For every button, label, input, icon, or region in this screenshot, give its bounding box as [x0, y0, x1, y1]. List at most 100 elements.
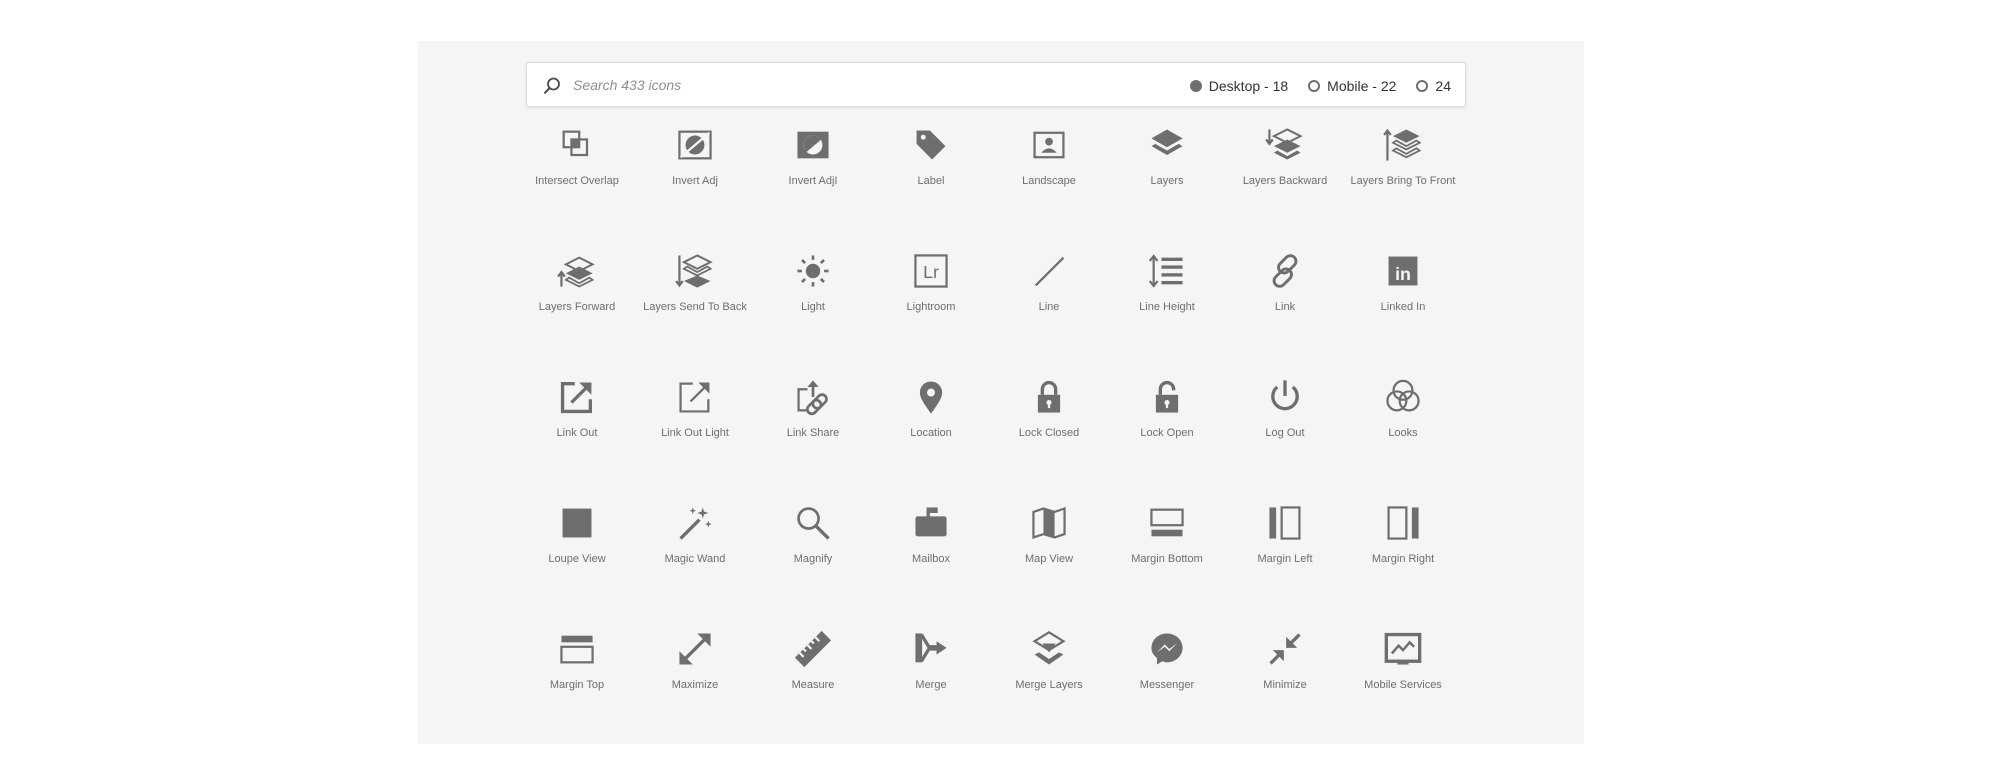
intersect-overlap-icon	[557, 125, 597, 165]
icon-tile-mobile-services[interactable]: Mobile Services	[1344, 629, 1462, 755]
mobile-services-icon	[1383, 629, 1423, 669]
icon-label: Line	[1038, 301, 1060, 313]
invert-adj-icon	[675, 125, 715, 165]
search-input[interactable]	[573, 71, 1133, 99]
icon-tile-link-share[interactable]: Link Share	[754, 377, 872, 503]
icon-tile-magnify[interactable]: Magnify	[754, 503, 872, 629]
icon-tile-location[interactable]: Location	[872, 377, 990, 503]
icon-label: Layers Forward	[538, 301, 616, 313]
radio-unchecked-icon[interactable]	[1308, 79, 1321, 92]
radio-unchecked-icon[interactable]	[1416, 79, 1429, 92]
lightroom-icon: Lr	[911, 251, 951, 291]
icon-tile-label[interactable]: Label	[872, 125, 990, 251]
linked-in-icon: in	[1383, 251, 1423, 291]
icon-tile-measure[interactable]: Measure	[754, 629, 872, 755]
icon-tile-layers-backward[interactable]: Layers Backward	[1226, 125, 1344, 251]
icon-tile-margin-left[interactable]: Margin Left	[1226, 503, 1344, 629]
magnifier-icon	[544, 77, 560, 94]
margin-top-icon	[557, 629, 597, 669]
maximize-icon	[675, 629, 715, 669]
icon-label: Location	[910, 427, 952, 439]
icon-tile-margin-bottom[interactable]: Margin Bottom	[1108, 503, 1226, 629]
icon-tile-link[interactable]: Link	[1226, 251, 1344, 377]
icon-size-selector: Desktop - 18 Mobile - 22 24	[1189, 63, 1451, 108]
layers-send-to-back-icon	[675, 251, 715, 291]
icon-tile-light[interactable]: Light	[754, 251, 872, 377]
merge-layers-icon	[1029, 629, 1069, 669]
size-option-1[interactable]: Mobile - 22	[1308, 78, 1396, 94]
icon-label: Merge	[915, 679, 947, 691]
icon-tile-magic-wand[interactable]: Magic Wand	[636, 503, 754, 629]
icon-label: Line Height	[1139, 301, 1195, 313]
icon-tile-layers-bring-to-front[interactable]: Layers Bring To Front	[1344, 125, 1462, 251]
icon-label: Lightroom	[906, 301, 956, 313]
icon-label: Map View	[1024, 553, 1074, 565]
merge-icon	[911, 629, 951, 669]
icon-tile-merge[interactable]: Merge	[872, 629, 990, 755]
margin-bottom-icon	[1147, 503, 1187, 543]
svg-text:in: in	[1395, 264, 1411, 284]
icon-tile-layers-forward[interactable]: Layers Forward	[518, 251, 636, 377]
line-icon	[1029, 251, 1069, 291]
icon-label: Margin Right	[1371, 553, 1435, 565]
messenger-icon	[1147, 629, 1187, 669]
icon-tile-invert-adj[interactable]: Invert Adj	[636, 125, 754, 251]
icon-label: Linked In	[1380, 301, 1426, 313]
icon-label: Link Out	[556, 427, 598, 439]
icon-tile-loupe-view[interactable]: Loupe View	[518, 503, 636, 629]
radio-checked-icon[interactable]	[1189, 79, 1202, 92]
search-bar: Desktop - 18 Mobile - 22 24	[526, 62, 1466, 107]
icon-tile-margin-right[interactable]: Margin Right	[1344, 503, 1462, 629]
icon-tile-line-height[interactable]: Line Height	[1108, 251, 1226, 377]
icon-tile-link-out-light[interactable]: Link Out Light	[636, 377, 754, 503]
icon-label: Label	[917, 175, 945, 187]
icon-label: Loupe View	[548, 553, 606, 565]
icon-label: Link Share	[786, 427, 840, 439]
link-icon	[1265, 251, 1305, 291]
icon-label: Margin Left	[1257, 553, 1313, 565]
icon-label: Log Out	[1265, 427, 1305, 439]
icon-tile-link-out[interactable]: Link Out	[518, 377, 636, 503]
icon-label: Messenger	[1139, 679, 1195, 691]
icon-label: Layers Backward	[1242, 175, 1328, 187]
icon-tile-intersect-overlap[interactable]: Intersect Overlap	[518, 125, 636, 251]
icon-tile-linked-in[interactable]: in Linked In	[1344, 251, 1462, 377]
icon-tile-messenger[interactable]: Messenger	[1108, 629, 1226, 755]
icon-tile-invert-adj-i[interactable]: Invert AdjI	[754, 125, 872, 251]
size-option-2[interactable]: 24	[1416, 78, 1451, 94]
icon-tile-log-out[interactable]: Log Out	[1226, 377, 1344, 503]
label-icon	[911, 125, 951, 165]
icon-browser-panel: Desktop - 18 Mobile - 22 24 Intersect Over…	[418, 41, 1584, 744]
icon-tile-map-view[interactable]: Map View	[990, 503, 1108, 629]
icon-label: Light	[801, 301, 825, 313]
icon-label: Mobile Services	[1364, 679, 1442, 691]
measure-icon	[793, 629, 833, 669]
icon-label: Link	[1274, 301, 1296, 313]
icon-tile-lock-closed[interactable]: Lock Closed	[990, 377, 1108, 503]
margin-right-icon	[1383, 503, 1423, 543]
icon-label: Magic Wand	[664, 553, 726, 565]
icon-tile-lock-open[interactable]: Lock Open	[1108, 377, 1226, 503]
icon-tile-line[interactable]: Line	[990, 251, 1108, 377]
link-out-light-icon	[675, 377, 715, 417]
icon-tile-mailbox[interactable]: Mailbox	[872, 503, 990, 629]
size-option-label: 24	[1435, 77, 1451, 94]
icon-tile-layers-send-to-back[interactable]: Layers Send To Back	[636, 251, 754, 377]
icon-tile-margin-top[interactable]: Margin Top	[518, 629, 636, 755]
svg-text:Lr: Lr	[923, 262, 939, 282]
layers-backward-icon	[1265, 125, 1305, 165]
icon-label: Margin Bottom	[1131, 553, 1203, 565]
layers-forward-icon	[557, 251, 597, 291]
layers-bring-to-front-icon	[1383, 125, 1423, 165]
margin-left-icon	[1265, 503, 1305, 543]
icon-tile-merge-layers[interactable]: Merge Layers	[990, 629, 1108, 755]
icon-tile-maximize[interactable]: Maximize	[636, 629, 754, 755]
icon-tile-looks[interactable]: Looks	[1344, 377, 1462, 503]
icon-tile-minimize[interactable]: Minimize	[1226, 629, 1344, 755]
invert-adj-i-icon	[793, 125, 833, 165]
icon-label: Minimize	[1263, 679, 1307, 691]
icon-tile-landscape[interactable]: Landscape	[990, 125, 1108, 251]
size-option-0[interactable]: Desktop - 18	[1189, 78, 1288, 94]
icon-tile-lightroom[interactable]: Lr Lightroom	[872, 251, 990, 377]
icon-tile-layers[interactable]: Layers	[1108, 125, 1226, 251]
